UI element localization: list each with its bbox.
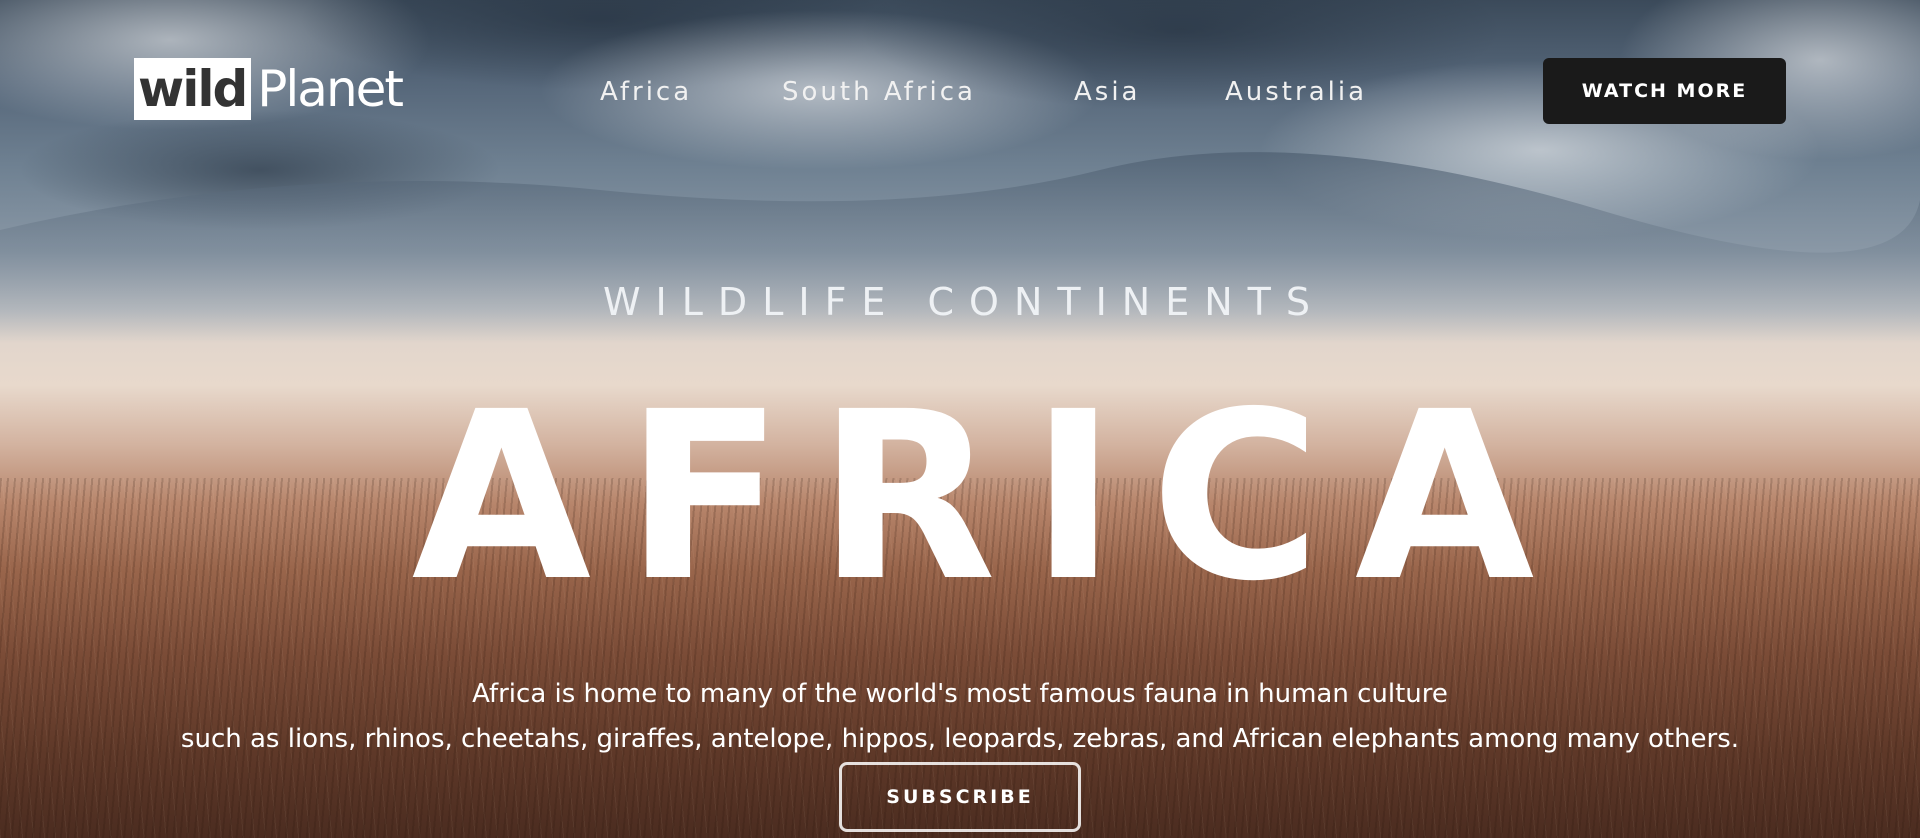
- nav-item-south-africa[interactable]: South Africa: [782, 72, 976, 112]
- nav-item-australia[interactable]: Australia: [1225, 72, 1367, 112]
- logo[interactable]: wild Planet: [134, 58, 404, 120]
- hero-description: Africa is home to many of the world's mo…: [0, 672, 1920, 762]
- logo-wordmark-box: wild: [134, 58, 252, 120]
- hero-description-line-1: Africa is home to many of the world's mo…: [472, 679, 1448, 709]
- nav-item-asia[interactable]: Asia: [1074, 72, 1141, 112]
- hero-subtitle: WILDLIFE CONTINENTS: [602, 280, 1326, 324]
- subscribe-button[interactable]: SUBSCRIBE: [839, 762, 1081, 832]
- watch-more-button[interactable]: WATCH MORE: [1543, 58, 1786, 124]
- logo-wordmark-text: Planet: [257, 60, 404, 118]
- hero-section: wild Planet Africa South Africa Asia Aus…: [0, 0, 1920, 838]
- hero-description-line-2: such as lions, rhinos, cheetahs, giraffe…: [180, 724, 1740, 754]
- hero-headline: AFRICA: [411, 362, 1569, 632]
- nav-item-africa[interactable]: Africa: [600, 72, 692, 112]
